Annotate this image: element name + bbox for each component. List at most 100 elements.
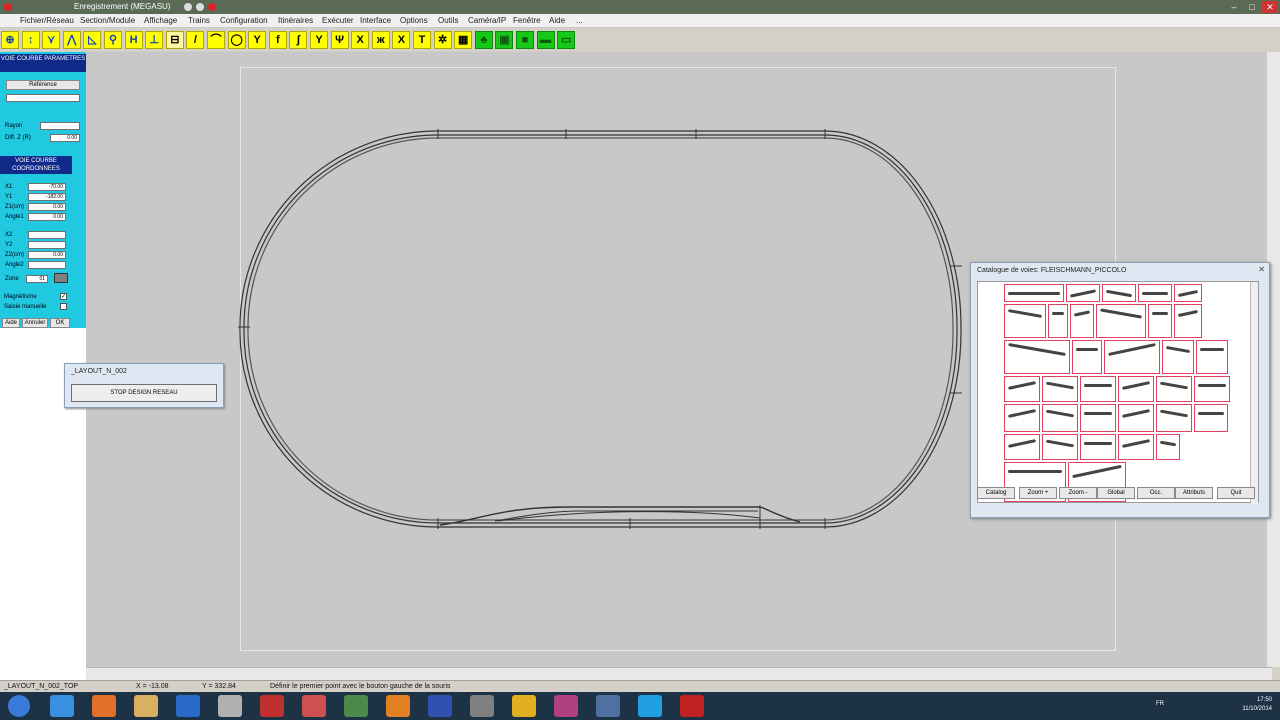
track-piece-icon bbox=[1045, 409, 1075, 418]
catalog-track-piece[interactable] bbox=[1174, 304, 1202, 338]
catalog-button-3[interactable]: Global bbox=[1097, 487, 1135, 499]
track-piece-icon bbox=[1069, 289, 1097, 298]
track-piece-icon bbox=[1177, 309, 1199, 318]
track-piece-icon bbox=[1105, 289, 1133, 298]
track-piece-icon bbox=[1152, 312, 1168, 315]
taskbar-clock: 17:50 11/10/2014 bbox=[1242, 696, 1272, 714]
catalog-track-piece[interactable] bbox=[1080, 376, 1116, 402]
skype-icon[interactable] bbox=[638, 695, 662, 717]
firefox-icon[interactable] bbox=[92, 695, 116, 717]
catalog-track-piece[interactable] bbox=[1148, 304, 1172, 338]
app5-icon[interactable] bbox=[596, 695, 620, 717]
outer-rail-outer bbox=[239, 130, 962, 528]
track-piece-icon bbox=[1121, 381, 1151, 390]
catalog-track-piece[interactable] bbox=[1104, 340, 1160, 374]
app2-icon[interactable] bbox=[302, 695, 326, 717]
chrome-icon[interactable] bbox=[512, 695, 536, 717]
catalog-track-piece[interactable] bbox=[1004, 434, 1040, 460]
track-piece-icon bbox=[1159, 409, 1189, 418]
tool-icon[interactable] bbox=[218, 695, 242, 717]
track-piece-icon bbox=[1072, 464, 1122, 479]
catalog-button-4[interactable]: Occ. bbox=[1137, 487, 1175, 499]
catalog-track-piece[interactable] bbox=[1080, 434, 1116, 460]
track-piece-icon bbox=[1142, 292, 1168, 295]
catalog-track-piece[interactable] bbox=[1048, 304, 1068, 338]
catalog-track-piece[interactable] bbox=[1080, 404, 1116, 432]
catalog-track-piece[interactable] bbox=[1070, 304, 1094, 338]
track-piece-icon bbox=[1007, 309, 1043, 318]
catalog-button-1[interactable]: Zoom + bbox=[1019, 487, 1057, 499]
track-piece-icon bbox=[1045, 381, 1075, 390]
track-piece-icon bbox=[1007, 439, 1037, 448]
track-catalog-window: Catalogue de voies: FLEISCHMANN_PICCOLO … bbox=[970, 262, 1270, 518]
layout-dialog-title: _LAYOUT_N_002 bbox=[71, 368, 127, 375]
track-piece-icon bbox=[1052, 312, 1064, 315]
filezilla-icon[interactable] bbox=[260, 695, 284, 717]
network-icon[interactable] bbox=[428, 695, 452, 717]
track-piece-icon bbox=[1108, 343, 1156, 356]
catalog-track-piece[interactable] bbox=[1004, 304, 1046, 338]
taskbar: 17:50 11/10/2014 FR bbox=[0, 692, 1280, 720]
stop-design-button[interactable]: STOP DESIGN RESEAU bbox=[71, 384, 217, 402]
app-icon[interactable] bbox=[176, 695, 200, 717]
catalog-track-piece[interactable] bbox=[1004, 340, 1070, 374]
layout-dialog: _LAYOUT_N_002 STOP DESIGN RESEAU bbox=[64, 363, 224, 408]
catalog-track-piece[interactable] bbox=[1156, 404, 1192, 432]
catalog-button-2[interactable]: Zoom - bbox=[1059, 487, 1097, 499]
catalog-close-icon[interactable]: ✕ bbox=[1258, 265, 1265, 274]
catalog-track-piece[interactable] bbox=[1194, 404, 1228, 432]
track-piece-icon bbox=[1121, 439, 1151, 448]
track-piece-icon bbox=[1159, 440, 1177, 447]
track-piece-icon bbox=[1177, 289, 1199, 298]
catalog-track-piece[interactable] bbox=[1174, 284, 1202, 302]
catalog-track-piece[interactable] bbox=[1042, 404, 1078, 432]
track-piece-icon bbox=[1084, 442, 1112, 445]
vlc-icon[interactable] bbox=[386, 695, 410, 717]
track-piece-icon bbox=[1008, 342, 1066, 357]
ie-icon[interactable] bbox=[50, 695, 74, 717]
catalog-track-piece[interactable] bbox=[1118, 434, 1154, 460]
app4-icon[interactable] bbox=[554, 695, 578, 717]
track-piece-icon bbox=[1084, 412, 1112, 415]
catalog-track-piece[interactable] bbox=[1102, 284, 1136, 302]
catalog-track-piece[interactable] bbox=[1118, 376, 1154, 402]
catalog-track-piece[interactable] bbox=[1096, 304, 1146, 338]
horizontal-scrollbar[interactable] bbox=[86, 667, 1272, 680]
catalog-title: Catalogue de voies: FLEISCHMANN_PICCOLO bbox=[977, 267, 1127, 274]
catalog-track-piece[interactable] bbox=[1118, 404, 1154, 432]
app6-icon[interactable] bbox=[680, 695, 704, 717]
catalog-button-5[interactable]: Attributs bbox=[1175, 487, 1213, 499]
outer-rail-inner bbox=[243, 134, 958, 524]
start-icon[interactable] bbox=[8, 695, 30, 717]
explorer-icon[interactable] bbox=[134, 695, 158, 717]
track-piece-icon bbox=[1076, 348, 1098, 351]
catalog-track-piece[interactable] bbox=[1162, 340, 1194, 374]
track-piece-icon bbox=[1159, 381, 1189, 390]
catalog-track-piece[interactable] bbox=[1004, 404, 1040, 432]
track-piece-icon bbox=[1007, 409, 1037, 418]
catalog-track-piece[interactable] bbox=[1042, 376, 1078, 402]
catalog-track-piece[interactable] bbox=[1156, 376, 1192, 402]
catalog-track-piece[interactable] bbox=[1042, 434, 1078, 460]
catalog-track-piece[interactable] bbox=[1138, 284, 1172, 302]
catalog-track-piece[interactable] bbox=[1066, 284, 1100, 302]
catalog-track-piece[interactable] bbox=[1156, 434, 1180, 460]
catalog-track-piece[interactable] bbox=[1194, 376, 1230, 402]
track-piece-icon bbox=[1045, 439, 1075, 448]
photo-icon[interactable] bbox=[344, 695, 368, 717]
track-piece-icon bbox=[1100, 308, 1142, 319]
catalog-track-piece[interactable] bbox=[1072, 340, 1102, 374]
catalog-track-piece[interactable] bbox=[1004, 284, 1064, 302]
status-x-coordinate: X = -13.08 bbox=[136, 683, 169, 690]
taskbar-language[interactable]: FR bbox=[1156, 701, 1164, 707]
app3-icon[interactable] bbox=[470, 695, 494, 717]
catalog-button-6[interactable]: Quit bbox=[1217, 487, 1255, 499]
track-piece-icon bbox=[1165, 345, 1191, 354]
catalog-button-0[interactable]: Catalog bbox=[977, 487, 1015, 499]
catalog-track-piece[interactable] bbox=[1196, 340, 1228, 374]
catalog-track-piece[interactable] bbox=[1004, 376, 1040, 402]
catalog-scrollbar[interactable] bbox=[1250, 282, 1258, 504]
status-message: Définir le premier point avec le bouton … bbox=[270, 683, 451, 690]
track-piece-icon bbox=[1198, 412, 1224, 415]
track-piece-icon bbox=[1084, 384, 1112, 387]
